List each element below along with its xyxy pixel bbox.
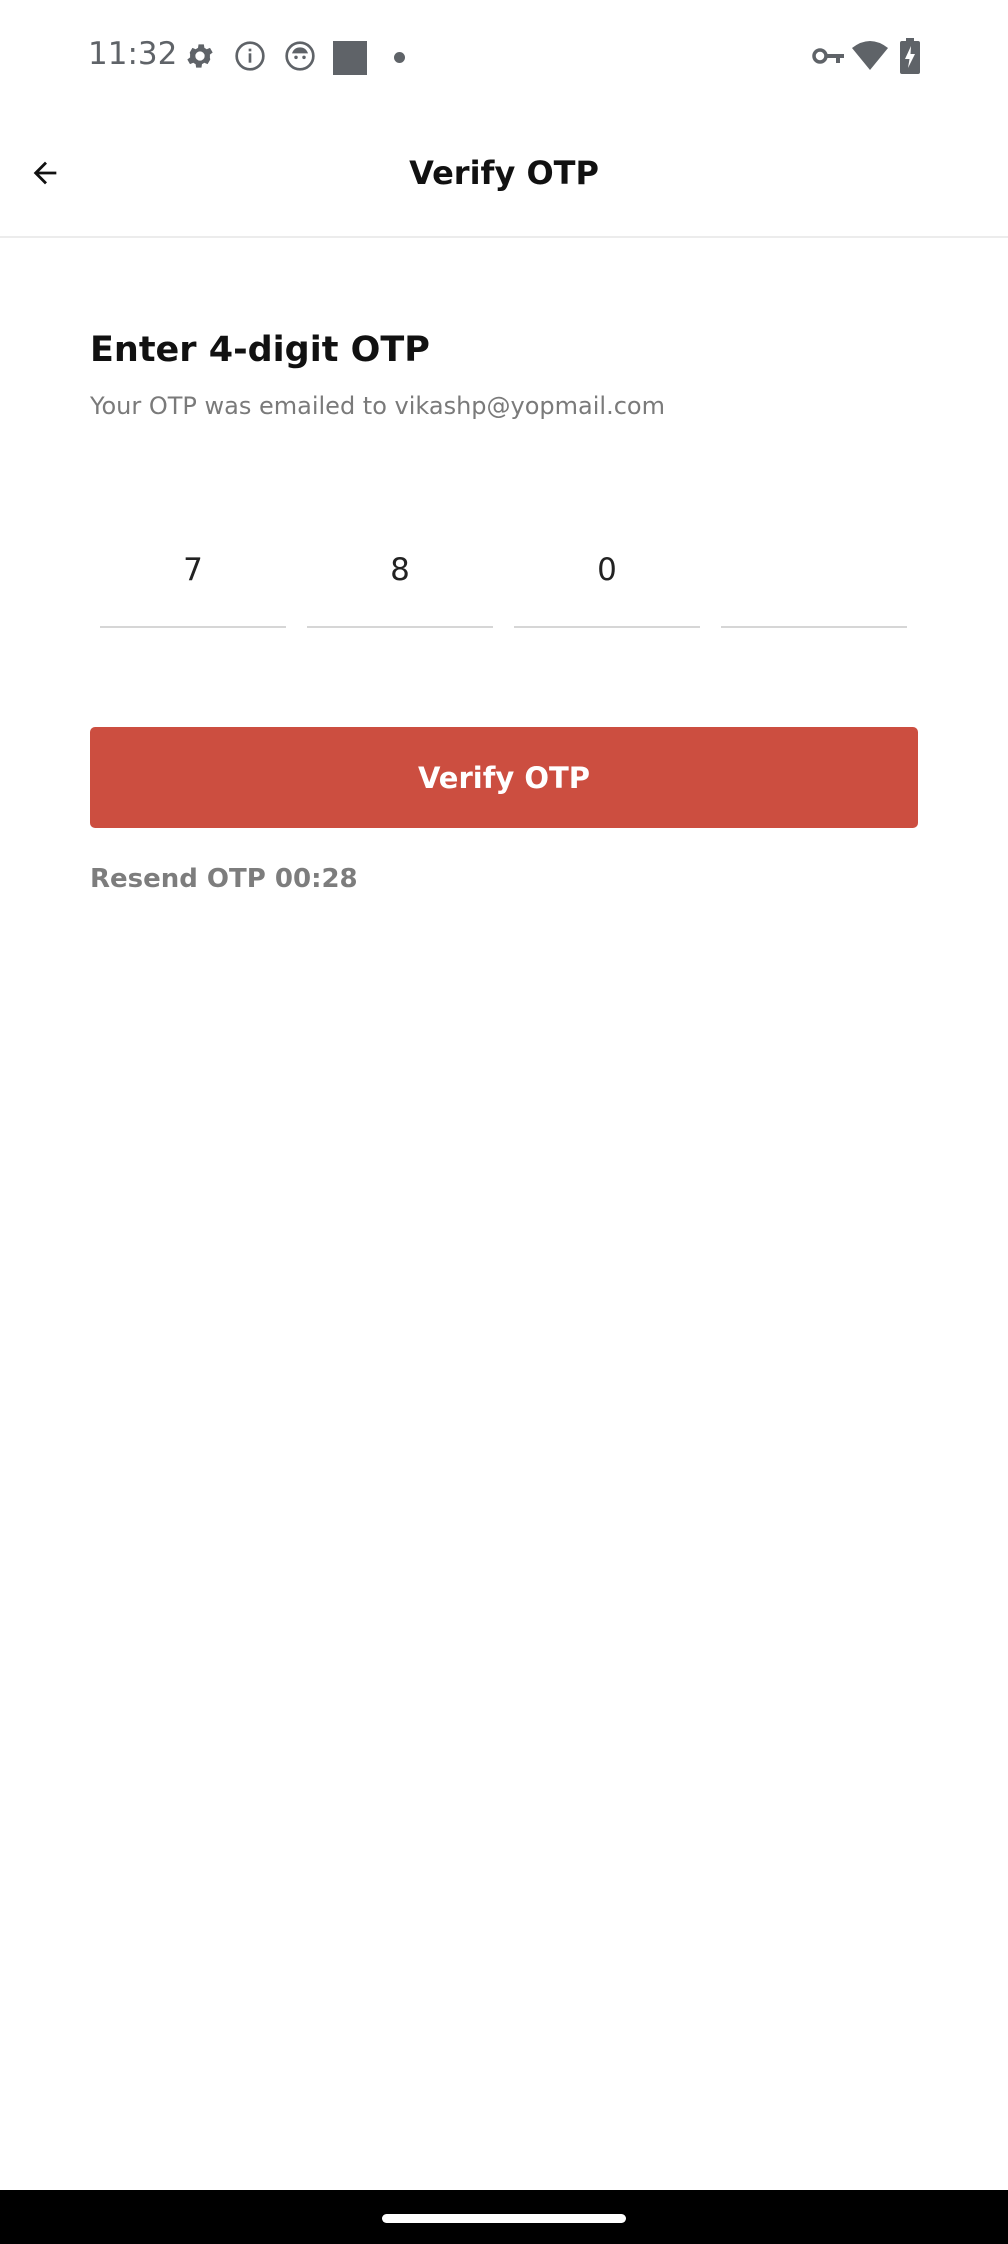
otp-heading: Enter 4-digit OTP bbox=[90, 330, 430, 370]
resend-otp-link[interactable]: Resend OTP 00:28 bbox=[90, 864, 358, 894]
otp-digit-1[interactable]: 7 bbox=[100, 540, 286, 628]
home-handle[interactable] bbox=[382, 2214, 626, 2223]
otp-digit-2[interactable]: 8 bbox=[307, 540, 493, 628]
otp-subtitle: Your OTP was emailed to vikashp@yopmail.… bbox=[90, 392, 665, 420]
top-app-bar: Verify OTP bbox=[0, 114, 1008, 238]
gesture-nav-bar bbox=[0, 2190, 1008, 2244]
vpn-key-icon bbox=[812, 44, 846, 68]
status-time: 11:32 bbox=[88, 36, 178, 72]
dot-icon bbox=[394, 52, 405, 63]
page-title: Verify OTP bbox=[409, 154, 599, 192]
gear-icon bbox=[184, 40, 216, 72]
battery-charging-icon bbox=[900, 38, 920, 74]
verify-otp-button[interactable]: Verify OTP bbox=[90, 727, 918, 828]
otp-digit-3[interactable]: 0 bbox=[514, 540, 700, 628]
verify-otp-button-label: Verify OTP bbox=[417, 760, 591, 795]
face-icon bbox=[284, 40, 316, 72]
square-icon bbox=[333, 41, 367, 75]
verify-otp-screen: 11:32 Verify OTP Enter 4-digit OTP Your … bbox=[0, 0, 1008, 2244]
wifi-icon bbox=[852, 40, 888, 72]
status-bar: 11:32 bbox=[0, 0, 1008, 114]
otp-digit-4[interactable] bbox=[721, 540, 907, 628]
info-icon bbox=[234, 40, 266, 72]
